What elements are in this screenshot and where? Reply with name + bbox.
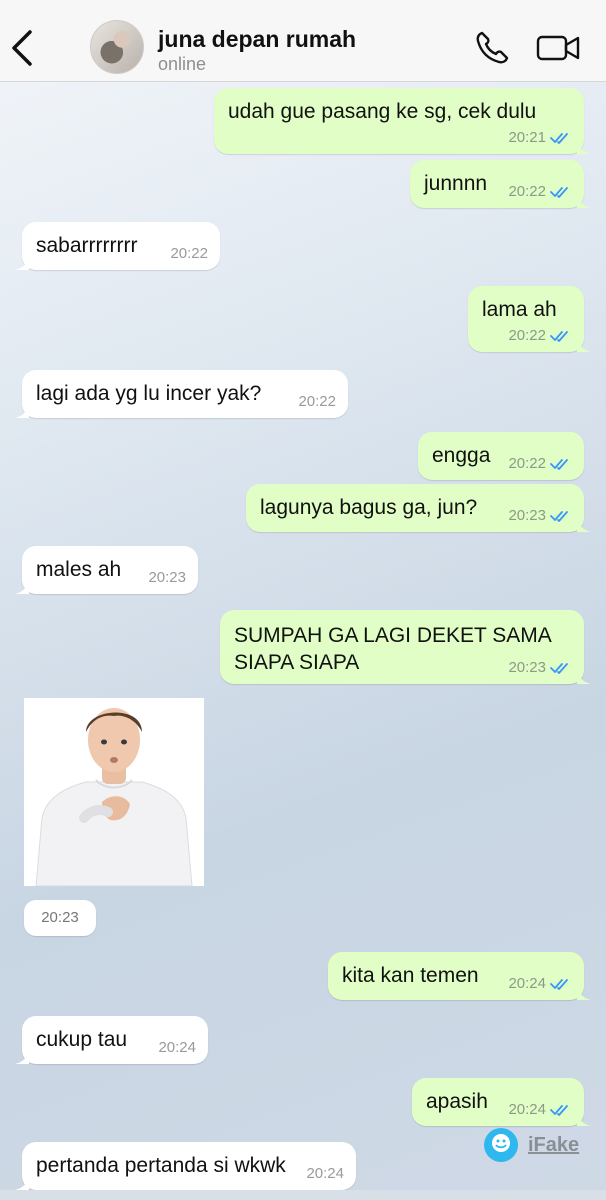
- bubble-tail: [577, 518, 591, 532]
- message-bubble[interactable]: udah gue pasang ke sg, cek dulu 20:21: [214, 88, 591, 154]
- message-bubble[interactable]: lagi ada yg lu incer yak? 20:22: [15, 370, 348, 418]
- message-meta: 20:24: [158, 1039, 196, 1056]
- double-check-icon: [550, 1104, 568, 1116]
- bubble-tail: [577, 986, 591, 1000]
- message-meta: 20:23: [508, 659, 572, 676]
- image-message[interactable]: [24, 698, 204, 886]
- message-bubble[interactable]: males ah 20:23: [15, 546, 198, 594]
- message-meta: 20:22: [508, 183, 572, 200]
- message-text: udah gue pasang ke sg, cek dulu: [228, 100, 537, 123]
- message-meta: 20:23: [508, 507, 572, 524]
- phone-icon: [476, 31, 509, 64]
- double-check-icon: [550, 186, 568, 198]
- message-bubble[interactable]: junnnn 20:22: [410, 160, 591, 208]
- ifake-watermark: iFake: [484, 1128, 579, 1162]
- bubble-tail: [15, 404, 29, 418]
- message-meta: 20:22: [508, 455, 572, 472]
- double-check-icon: [550, 458, 568, 470]
- bubble-tail: [15, 580, 29, 594]
- message-bubble[interactable]: lagunya bagus ga, jun? 20:23: [246, 484, 591, 532]
- message-time: 20:23: [148, 569, 186, 586]
- image-timestamp: 20:23: [24, 900, 96, 936]
- message-time: 20:23: [508, 507, 546, 524]
- message-bubble[interactable]: kita kan temen 20:24: [328, 952, 591, 1000]
- bubble-tail: [577, 338, 591, 352]
- message-text: lagi ada yg lu incer yak?: [36, 382, 262, 405]
- message-bubble[interactable]: pertanda pertanda si wkwk 20:24: [15, 1142, 356, 1190]
- watermark-label: iFake: [528, 1133, 580, 1156]
- photo-of-boy: [24, 698, 204, 886]
- message-meta: 20:22: [298, 393, 336, 410]
- chat-header: juna depan rumah online: [0, 0, 606, 82]
- bubble-tail: [577, 670, 591, 684]
- message-bubble[interactable]: sabarrrrrrrr 20:22: [15, 222, 220, 270]
- message-time: 20:22: [170, 245, 208, 262]
- message-time: 20:24: [508, 975, 546, 992]
- call-button[interactable]: [472, 28, 512, 68]
- avatar[interactable]: [90, 20, 144, 74]
- video-call-button[interactable]: [536, 28, 582, 68]
- bubble-tail: [577, 140, 591, 154]
- message-meta: 20:21: [508, 129, 572, 146]
- message-bubble[interactable]: engga 20:22: [418, 432, 584, 480]
- double-check-icon: [550, 132, 568, 144]
- chevron-left-icon: [12, 30, 32, 66]
- message-bubble[interactable]: lama ah 20:22: [468, 286, 591, 352]
- message-meta: 20:24: [508, 975, 572, 992]
- message-meta: 20:24: [508, 1101, 572, 1118]
- double-check-icon: [550, 510, 568, 522]
- message-time: 20:22: [508, 327, 546, 344]
- message-bubble[interactable]: apasih 20:24: [412, 1078, 591, 1126]
- message-time: 20:22: [298, 393, 336, 410]
- message-meta: 20:22: [508, 327, 572, 344]
- bubble-tail: [577, 1112, 591, 1126]
- message-time: 20:22: [508, 183, 546, 200]
- contact-name[interactable]: juna depan rumah: [158, 26, 356, 53]
- smiley-icon: [484, 1128, 518, 1162]
- double-check-icon: [550, 330, 568, 342]
- bubble-tail: [577, 194, 591, 208]
- message-time: 20:23: [508, 659, 546, 676]
- message-time: 20:22: [508, 455, 546, 472]
- message-meta: 20:22: [170, 245, 208, 262]
- message-text: pertanda pertanda si wkwk: [36, 1154, 286, 1177]
- bubble-tail: [15, 1176, 29, 1190]
- double-check-icon: [550, 978, 568, 990]
- message-text: lama ah: [482, 298, 557, 321]
- video-camera-icon: [536, 35, 580, 61]
- bubble-tail: [15, 1050, 29, 1064]
- message-time: 20:21: [508, 129, 546, 146]
- bubble-tail: [15, 256, 29, 270]
- message-bubble[interactable]: cukup tau 20:24: [15, 1016, 208, 1064]
- message-time: 20:24: [306, 1165, 344, 1182]
- message-meta: 20:23: [148, 569, 186, 586]
- double-check-icon: [550, 662, 568, 674]
- message-meta: 20:24: [306, 1165, 344, 1182]
- message-bubble[interactable]: SUMPAH GA LAGI DEKET SAMA SIAPA SIAPA 20…: [220, 610, 591, 684]
- contact-status: online: [158, 54, 207, 74]
- message-time: 20:24: [508, 1101, 546, 1118]
- bottom-edge: [0, 1190, 606, 1200]
- back-button[interactable]: [8, 26, 38, 70]
- message-time: 20:24: [158, 1039, 196, 1056]
